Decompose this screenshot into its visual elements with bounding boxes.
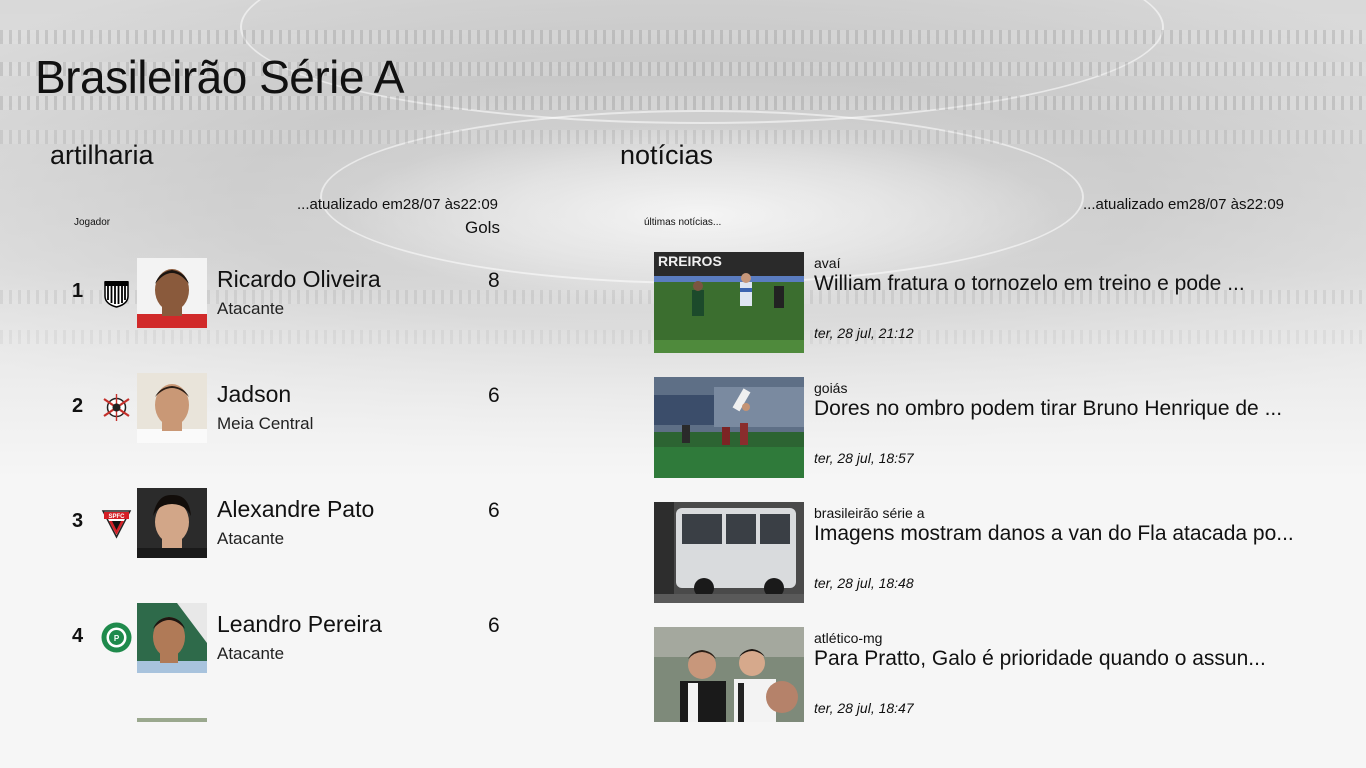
news-subheader: últimas notícias... xyxy=(644,217,722,228)
news-category: atlético-mg xyxy=(814,630,883,646)
palmeiras-crest-icon: P xyxy=(100,621,133,654)
scorers-section-header[interactable]: artilharia xyxy=(50,140,154,171)
scorer-rank: 1 xyxy=(72,280,84,302)
player-goals: 6 xyxy=(488,384,500,407)
svg-text:RREIROS: RREIROS xyxy=(658,253,722,269)
player-goals: 8 xyxy=(488,269,500,292)
svg-text:P: P xyxy=(114,634,120,643)
column-header-player: Jogador xyxy=(74,217,111,228)
player-position: Meia Central xyxy=(217,414,314,433)
player-position: Atacante xyxy=(217,529,285,548)
scorer-row-4[interactable]: 4 P Leandro Pereira Atacante 6 xyxy=(60,603,530,675)
news-date: ter, 28 jul, 18:47 xyxy=(814,700,914,716)
column-header-goals: Gols xyxy=(465,218,500,237)
news-category: brasileirão série a xyxy=(814,505,925,521)
news-thumbnail: RREIROS xyxy=(654,252,804,353)
scorer-row-3[interactable]: 3 SPFC Alexandre Pato Atacante 6 xyxy=(60,488,530,560)
news-headline: Para Pratto, Galo é prioridade quando o … xyxy=(814,647,1266,670)
news-thumbnail xyxy=(654,627,804,722)
sao-paulo-crest-icon: SPFC xyxy=(100,506,133,539)
news-item-4[interactable]: atlético-mg Para Pratto, Galo é priorida… xyxy=(654,627,1314,729)
player-name: Ricardo Oliveira xyxy=(217,266,381,292)
player-name: Alexandre Pato xyxy=(217,496,375,522)
scorer-rank: 3 xyxy=(72,510,84,532)
santos-crest-icon xyxy=(100,276,133,309)
news-category: avaí xyxy=(814,255,841,271)
player-photo xyxy=(137,258,207,328)
player-name: Jadson xyxy=(217,381,292,407)
news-date: ter, 28 jul, 18:48 xyxy=(814,575,914,591)
news-thumbnail xyxy=(654,502,804,603)
player-position: Atacante xyxy=(217,299,285,318)
scorer-row-1[interactable]: 1 Ricardo Oliveira Atacante 8 xyxy=(60,258,530,330)
player-position: Atacante xyxy=(217,644,285,663)
player-photo xyxy=(137,373,207,443)
player-photo xyxy=(137,488,207,558)
news-thumbnail xyxy=(654,377,804,478)
news-section-header[interactable]: notícias xyxy=(620,140,713,171)
scorer-rank: 4 xyxy=(72,625,84,647)
player-name: Leandro Pereira xyxy=(217,611,382,637)
news-headline: Dores no ombro podem tirar Bruno Henriqu… xyxy=(814,397,1283,420)
player-photo-partial xyxy=(137,718,207,722)
scorer-row-2[interactable]: 2 Jadson Meia Central 6 xyxy=(60,373,530,445)
page-title: Brasileirão Série A xyxy=(35,51,404,103)
player-photo xyxy=(137,603,207,673)
scorer-rank: 2 xyxy=(72,395,84,417)
player-goals: 6 xyxy=(488,614,500,637)
news-date: ter, 28 jul, 18:57 xyxy=(814,450,914,466)
news-category: goiás xyxy=(814,380,848,396)
news-date: ter, 28 jul, 21:12 xyxy=(814,325,914,341)
corinthians-crest-icon xyxy=(100,391,133,424)
news-item-1[interactable]: RREIROS avaí William fratura o tornozelo… xyxy=(654,252,1314,354)
player-goals: 6 xyxy=(488,499,500,522)
scorers-updated-label: ...atualizado em28/07 às22:09 xyxy=(297,196,499,213)
news-updated-label: ...atualizado em28/07 às22:09 xyxy=(1083,196,1285,213)
svg-text:SPFC: SPFC xyxy=(108,514,125,520)
news-item-2[interactable]: goiás Dores no ombro podem tirar Bruno H… xyxy=(654,377,1314,479)
news-headline: Imagens mostram danos a van do Fla ataca… xyxy=(814,522,1294,545)
news-item-3[interactable]: brasileirão série a Imagens mostram dano… xyxy=(654,502,1314,604)
news-headline: William fratura o tornozelo em treino e … xyxy=(814,272,1245,295)
